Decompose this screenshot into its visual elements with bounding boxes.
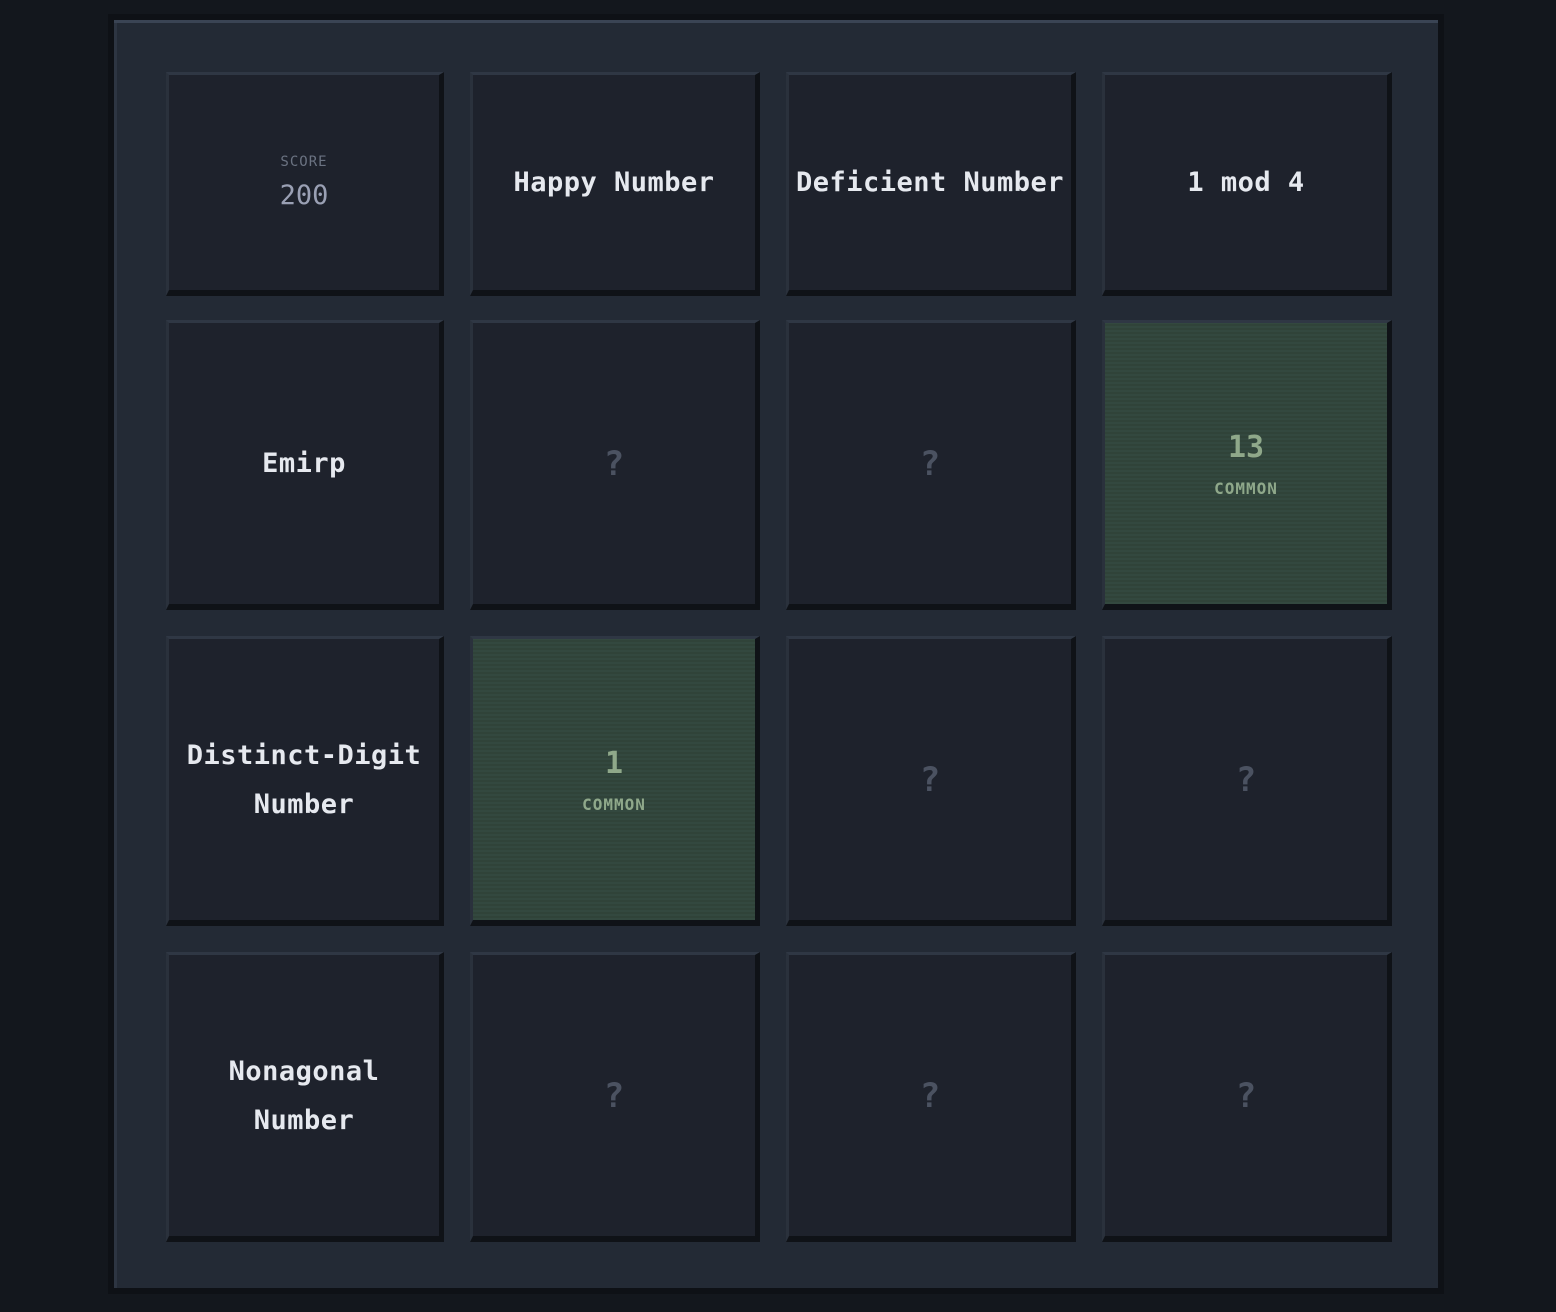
grid-cell-2-1[interactable]: 1 COMMON [470,636,760,926]
row-header-label-line1: Nonagonal [228,1055,380,1087]
rarity-label: COMMON [1214,478,1278,498]
column-header-1-mod-4: 1 mod 4 [1102,72,1392,296]
row-header-label-line1: Distinct-Digit [186,739,422,771]
found-number: 13 [1227,429,1265,465]
unknown-marker: ? [919,759,941,800]
grid-cell-3-2[interactable]: ? [786,952,1076,1242]
unknown-marker: ? [1235,1075,1257,1116]
score-label: SCORE [280,154,328,170]
row-header-label: Emirp [262,448,346,479]
column-header-deficient-number: Deficient Number [786,72,1076,296]
grid-cell-3-3[interactable]: ? [1102,952,1392,1242]
row-header-label-line2: Number [253,788,355,820]
row-header-distinct-digit-number: Distinct-Digit Number [166,636,444,926]
game-board: SCORE 200 Happy Number Deficient Number … [114,20,1438,1288]
grid-cell-3-1[interactable]: ? [470,952,760,1242]
column-header-label: Happy Number [513,167,715,198]
column-header-label: 1 mod 4 [1187,167,1305,198]
row-header-emirp: Emirp [166,320,444,610]
unknown-marker: ? [919,1075,941,1116]
grid-cell-1-1[interactable]: ? [470,320,760,610]
column-header-label: Deficient Number [795,167,1065,198]
grid-cell-1-2[interactable]: ? [786,320,1076,610]
unknown-marker: ? [1235,759,1257,800]
unknown-marker: ? [603,443,625,484]
column-header-happy-number: Happy Number [470,72,760,296]
score-value: 200 [279,180,329,211]
grid-cell-1-3[interactable]: 13 COMMON [1102,320,1392,610]
rarity-label: COMMON [582,794,646,814]
grid-cell-2-2[interactable]: ? [786,636,1076,926]
unknown-marker: ? [603,1075,625,1116]
row-header-label-line2: Number [253,1104,355,1136]
score-cell: SCORE 200 [166,72,444,296]
grid-cell-2-3[interactable]: ? [1102,636,1392,926]
row-header-nonagonal-number: Nonagonal Number [166,952,444,1242]
found-number: 1 [604,745,624,781]
unknown-marker: ? [919,443,941,484]
